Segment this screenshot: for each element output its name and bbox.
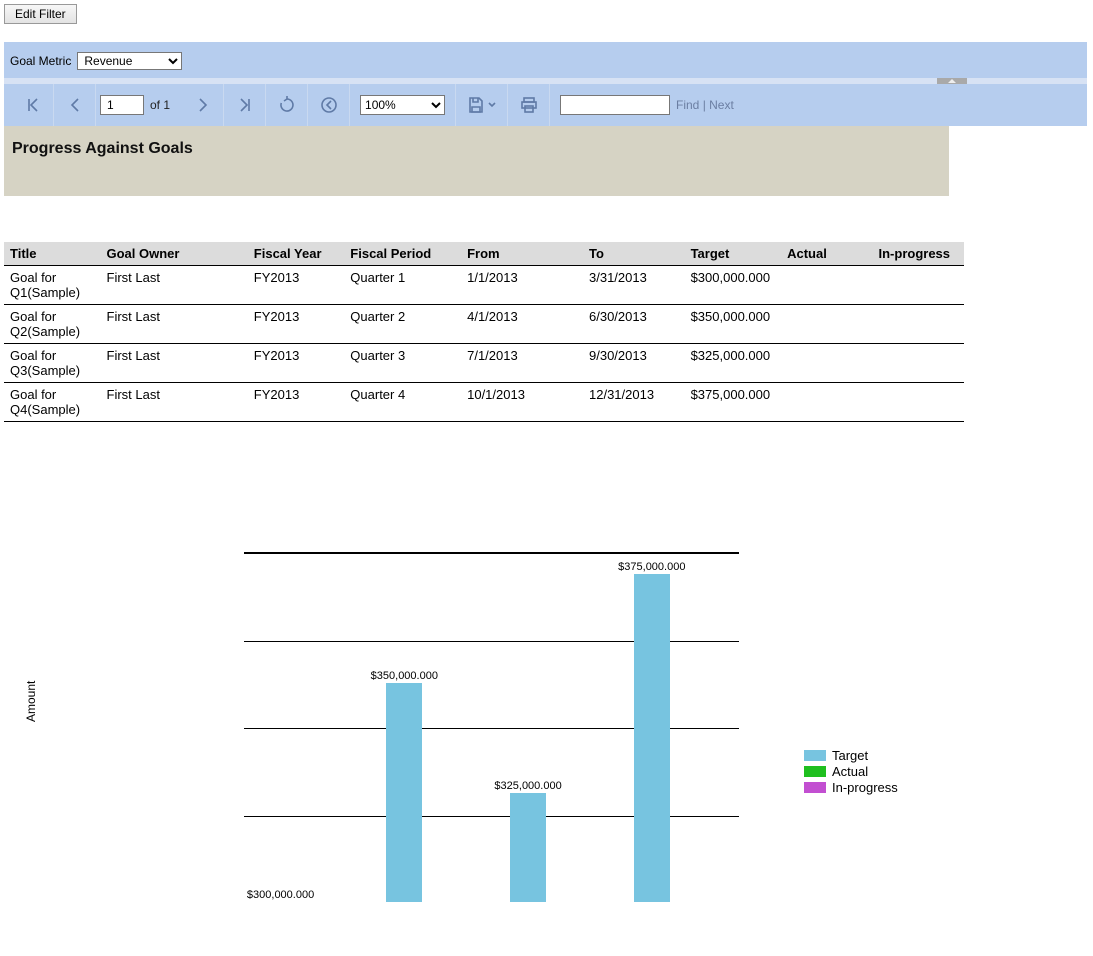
first-page-icon[interactable] (12, 84, 54, 126)
find-input[interactable] (560, 95, 670, 115)
legend-label-inprogress: In-progress (832, 780, 898, 795)
cell-from: 7/1/2013 (461, 344, 583, 383)
cell-fy: FY2013 (248, 383, 345, 422)
bar-target (510, 793, 546, 902)
table-header-row: Title Goal Owner Fiscal Year Fiscal Peri… (4, 242, 964, 266)
cell-owner: First Last (101, 305, 248, 344)
refresh-icon[interactable] (266, 84, 308, 126)
header-title: Title (4, 242, 101, 266)
cell-fy: FY2013 (248, 305, 345, 344)
cell-actual (781, 344, 872, 383)
bar-target (634, 574, 670, 902)
cell-title: Goal for Q3(Sample) (4, 344, 101, 383)
bar-label: $350,000.000 (371, 670, 438, 682)
header-inprogress: In-progress (873, 242, 965, 266)
cell-owner: First Last (101, 344, 248, 383)
legend-inprogress: In-progress (804, 780, 898, 795)
page-group: of 1 (96, 84, 182, 126)
cell-owner: First Last (101, 266, 248, 305)
save-icon[interactable] (456, 84, 508, 126)
cell-target: $325,000.000 (685, 344, 782, 383)
chart-plot: $380,000.000$360,000.000$340,000.000$320… (244, 552, 739, 902)
cell-to: 3/31/2013 (583, 266, 685, 305)
print-icon[interactable] (508, 84, 550, 126)
filter-bar: Goal Metric Revenue (4, 42, 1087, 78)
cell-from: 10/1/2013 (461, 383, 583, 422)
bar-label: $325,000.000 (494, 780, 561, 792)
gridline (244, 553, 739, 554)
chart-legend: Target Actual In-progress (804, 747, 898, 796)
edit-filter-button[interactable]: Edit Filter (4, 4, 77, 24)
report-header: Progress Against Goals (4, 126, 949, 196)
cell-target: $300,000.000 (685, 266, 782, 305)
legend-actual: Actual (804, 764, 898, 779)
page-of-label: of 1 (150, 98, 170, 112)
bar-target (386, 683, 422, 902)
cell-to: 9/30/2013 (583, 344, 685, 383)
header-fiscal-year: Fiscal Year (248, 242, 345, 266)
cell-title: Goal for Q1(Sample) (4, 266, 101, 305)
cell-inprog (873, 266, 965, 305)
swatch-actual (804, 766, 826, 777)
cell-to: 6/30/2013 (583, 305, 685, 344)
cell-actual (781, 383, 872, 422)
cell-actual (781, 305, 872, 344)
cell-inprog (873, 344, 965, 383)
legend-target: Target (804, 748, 898, 763)
header-actual: Actual (781, 242, 872, 266)
cell-fp: Quarter 2 (344, 305, 461, 344)
goals-table: Title Goal Owner Fiscal Year Fiscal Peri… (4, 242, 964, 422)
header-target: Target (685, 242, 782, 266)
cell-actual (781, 266, 872, 305)
cell-title: Goal for Q2(Sample) (4, 305, 101, 344)
zoom-select[interactable]: 100% (360, 95, 445, 115)
y-axis-label: Amount (24, 681, 38, 722)
parameter-separator (4, 78, 1087, 84)
header-from: From (461, 242, 583, 266)
prev-page-icon[interactable] (54, 84, 96, 126)
next-page-icon[interactable] (182, 84, 224, 126)
cell-fp: Quarter 3 (344, 344, 461, 383)
chart-area: Amount $380,000.000$360,000.000$340,000.… (114, 552, 914, 922)
swatch-target (804, 750, 826, 761)
table-row: Goal for Q2(Sample)First LastFY2013Quart… (4, 305, 964, 344)
bar-label: $375,000.000 (618, 561, 685, 573)
bar-label: $300,000.000 (247, 889, 314, 901)
header-to: To (583, 242, 685, 266)
cell-title: Goal for Q4(Sample) (4, 383, 101, 422)
report-title: Progress Against Goals (12, 140, 941, 158)
legend-label-target: Target (832, 748, 868, 763)
legend-label-actual: Actual (832, 764, 868, 779)
report-toolbar: of 1 100% Find | Next (4, 84, 1087, 126)
page-input[interactable] (100, 95, 144, 115)
cell-inprog (873, 305, 965, 344)
swatch-inprogress (804, 782, 826, 793)
back-icon[interactable] (308, 84, 350, 126)
cell-inprog (873, 383, 965, 422)
cell-fy: FY2013 (248, 266, 345, 305)
last-page-icon[interactable] (224, 84, 266, 126)
table-row: Goal for Q3(Sample)First LastFY2013Quart… (4, 344, 964, 383)
cell-fy: FY2013 (248, 344, 345, 383)
table-row: Goal for Q1(Sample)First LastFY2013Quart… (4, 266, 964, 305)
cell-fp: Quarter 1 (344, 266, 461, 305)
cell-to: 12/31/2013 (583, 383, 685, 422)
zoom-group: 100% (350, 84, 456, 126)
cell-from: 1/1/2013 (461, 266, 583, 305)
cell-fp: Quarter 4 (344, 383, 461, 422)
cell-owner: First Last (101, 383, 248, 422)
collapse-handle-icon[interactable] (937, 78, 967, 84)
find-next-link[interactable]: Find | Next (676, 98, 734, 112)
table-row: Goal for Q4(Sample)First LastFY2013Quart… (4, 383, 964, 422)
cell-target: $350,000.000 (685, 305, 782, 344)
header-owner: Goal Owner (101, 242, 248, 266)
find-group: Find | Next (550, 84, 744, 126)
header-fiscal-period: Fiscal Period (344, 242, 461, 266)
cell-target: $375,000.000 (685, 383, 782, 422)
goal-metric-select[interactable]: Revenue (77, 52, 182, 70)
goal-metric-label: Goal Metric (10, 54, 71, 68)
cell-from: 4/1/2013 (461, 305, 583, 344)
